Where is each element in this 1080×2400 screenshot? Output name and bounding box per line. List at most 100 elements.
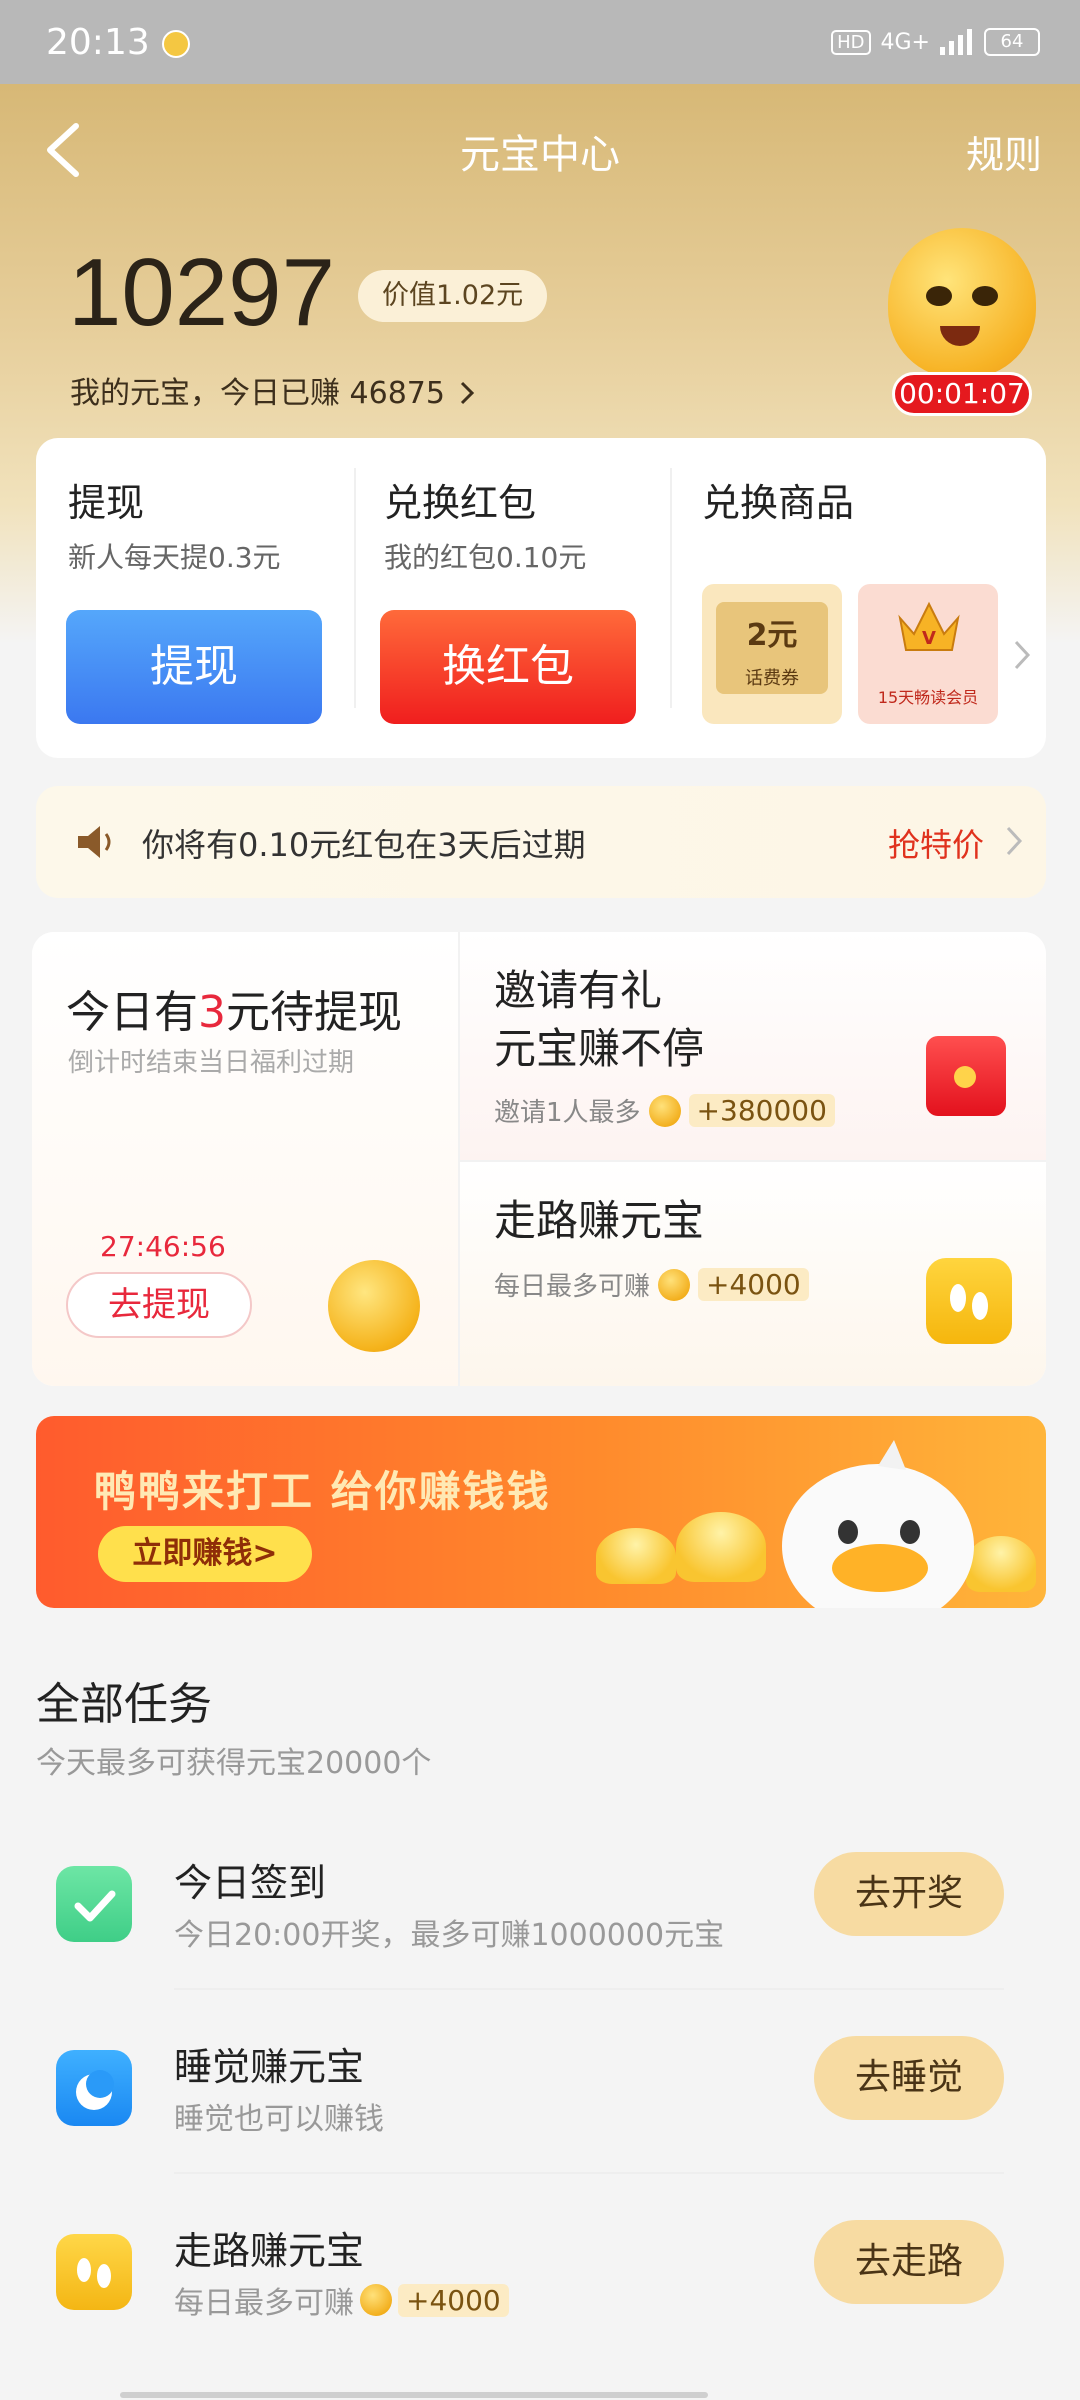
- task-title: 今日签到: [174, 1861, 327, 1905]
- cashout-promo[interactable]: 今日有3元待提现 倒计时结束当日福利过期 27:46:56 去提现: [32, 932, 458, 1386]
- phone-credit-voucher[interactable]: 2元 话费券: [702, 584, 842, 724]
- voucher-amount: 2元: [746, 618, 798, 653]
- vip-membership-item[interactable]: V 15天畅读会员: [858, 584, 998, 724]
- status-time: 20:13: [46, 22, 150, 63]
- chevron-right-icon: [460, 381, 474, 405]
- coin-icon: [658, 1268, 691, 1301]
- walk-icon: [56, 2234, 132, 2310]
- earned-today-link[interactable]: 我的元宝，今日已赚 46875: [70, 368, 475, 412]
- withdraw-title: 提现: [68, 481, 145, 525]
- rules-link[interactable]: 规则: [966, 124, 1042, 179]
- tasks-section-title: 全部任务: [36, 1679, 212, 1730]
- checkin-icon: [56, 1866, 132, 1942]
- redpacket-subtitle: 我的红包0.10元: [384, 541, 587, 574]
- task-item-walk: 走路赚元宝 每日最多可赚 +4000 去走路: [0, 2198, 1080, 2358]
- go-sleep-button[interactable]: 去睡觉: [814, 2036, 1004, 2120]
- value-badge: 价值1.02元: [358, 270, 548, 322]
- expiry-notice[interactable]: 你将有0.10元红包在3天后过期 抢特价: [36, 786, 1046, 898]
- mascot-eye: [926, 286, 952, 306]
- checkmark-icon: [74, 1890, 116, 1922]
- task-title: 睡觉赚元宝: [174, 2045, 365, 2089]
- promo-grid: 今日有3元待提现 倒计时结束当日福利过期 27:46:56 去提现 邀请有礼 元…: [32, 932, 1046, 1386]
- walk-task-sub-prefix: 每日最多可赚: [174, 2286, 354, 2321]
- draw-lottery-button[interactable]: 去开奖: [814, 1852, 1004, 1936]
- withdraw-section: 提现 新人每天提0.3元 提现: [36, 438, 352, 758]
- walk-subtitle: 每日最多可赚 +4000: [494, 1266, 809, 1303]
- moon-icon: [76, 2070, 114, 2110]
- redpacket-button[interactable]: 换红包: [380, 610, 636, 724]
- invite-subtitle: 邀请1人最多 +380000: [494, 1092, 835, 1129]
- go-cashout-button[interactable]: 去提现: [66, 1272, 252, 1338]
- task-item-checkin: 今日签到 今日20:00开奖，最多可赚1000000元宝 去开奖: [0, 1830, 1080, 1990]
- chevron-right-icon[interactable]: [1012, 638, 1032, 672]
- cashout-title-pre: 今日有: [66, 987, 198, 1038]
- go-walk-button[interactable]: 去走路: [814, 2220, 1004, 2304]
- invite-sub-prefix: 邀请1人最多: [494, 1098, 641, 1128]
- withdraw-subtitle: 新人每天提0.3元: [68, 541, 281, 574]
- gold-ingot-icon: [596, 1528, 676, 1584]
- speaker-icon: [78, 826, 111, 858]
- walk-task-bonus: +4000: [398, 2283, 509, 2317]
- exchange-card: 提现 新人每天提0.3元 提现 兑换红包 我的红包0.10元 换红包 兑换商品 …: [36, 438, 1046, 758]
- duck-mascot-icon: [782, 1440, 974, 1608]
- battery-icon: 64: [984, 28, 1040, 56]
- footprint-icon: [926, 1258, 1012, 1344]
- task-title: 走路赚元宝: [174, 2229, 365, 2273]
- cashout-title: 今日有3元待提现: [66, 976, 402, 1040]
- mascot-eye: [972, 286, 998, 306]
- notice-text: 你将有0.10元红包在3天后过期: [142, 826, 586, 864]
- status-indicators: HD 4G+ 64: [831, 28, 1040, 56]
- app-notification-icon: [162, 30, 190, 58]
- footprint-glyph: [950, 1284, 988, 1320]
- gold-coin-icon: [328, 1260, 420, 1352]
- signal-icon: [940, 29, 972, 55]
- withdraw-button[interactable]: 提现: [66, 610, 322, 724]
- scroll-indicator: [120, 2392, 708, 2398]
- redpacket-title: 兑换红包: [384, 481, 537, 525]
- coin-balance: 10297: [68, 239, 335, 346]
- cashout-amount: 3: [198, 987, 226, 1038]
- earned-today-text: 我的元宝，今日已赚 46875: [70, 376, 445, 411]
- svg-text:V: V: [922, 628, 936, 649]
- coin-icon: [648, 1094, 681, 1127]
- cashout-title-post: 元待提现: [226, 987, 402, 1038]
- sleep-icon: [56, 2050, 132, 2126]
- redpacket-section: 兑换红包 我的红包0.10元 换红包: [356, 438, 672, 758]
- gold-ingot-icon: [676, 1512, 766, 1582]
- mascot-egg-icon[interactable]: [888, 228, 1036, 378]
- walk-title: 走路赚元宝: [494, 1196, 705, 1245]
- invite-bonus: +380000: [688, 1094, 835, 1127]
- hd-badge: HD: [831, 29, 871, 55]
- cashout-timer: 27:46:56: [100, 1230, 226, 1263]
- mascot-mouth: [940, 326, 980, 346]
- task-subtitle: 睡觉也可以赚钱: [174, 2102, 384, 2137]
- next-task-peek: [0, 2370, 1080, 2400]
- special-price-link[interactable]: 抢特价: [888, 820, 984, 866]
- walk-sub-prefix: 每日最多可赚: [494, 1272, 651, 1302]
- page-title: 元宝中心: [460, 132, 620, 178]
- task-item-sleep: 睡觉赚元宝 睡觉也可以赚钱 去睡觉: [0, 2014, 1080, 2174]
- footprint-glyph: [77, 2258, 111, 2288]
- tasks-section-subtitle: 今天最多可获得元宝20000个: [36, 1746, 432, 1781]
- banner-title: 鸭鸭来打工 给你赚钱钱: [94, 1467, 551, 1516]
- voucher-label: 话费券: [745, 668, 799, 689]
- chevron-right-icon: [1006, 826, 1023, 856]
- vip-label: 15天畅读会员: [877, 688, 979, 707]
- coin-icon: [360, 2284, 392, 2316]
- goods-section: 兑换商品 2元 话费券 V 15天畅读会员: [672, 438, 1046, 758]
- task-subtitle: 每日最多可赚 +4000: [174, 2278, 509, 2322]
- network-indicator: 4G+: [880, 29, 930, 55]
- walk-promo[interactable]: 走路赚元宝 每日最多可赚 +4000: [458, 1160, 1046, 1386]
- voucher-face: 2元 话费券: [716, 602, 828, 694]
- divider: [174, 1988, 1004, 1990]
- task-subtitle: 今日20:00开奖，最多可赚1000000元宝: [174, 1918, 725, 1953]
- crown-icon: V: [898, 601, 960, 651]
- status-bar: 20:13 HD 4G+ 64: [0, 0, 1080, 84]
- earn-now-button[interactable]: 立即赚钱>: [98, 1526, 312, 1582]
- invite-promo[interactable]: 邀请有礼 元宝赚不停 邀请1人最多 +380000: [458, 932, 1046, 1160]
- red-envelope-icon: [926, 1036, 1006, 1116]
- duck-work-banner[interactable]: 鸭鸭来打工 给你赚钱钱 立即赚钱>: [36, 1416, 1046, 1608]
- walk-bonus: +4000: [698, 1268, 809, 1301]
- goods-title: 兑换商品: [702, 481, 855, 525]
- invite-title: 邀请有礼: [494, 966, 663, 1015]
